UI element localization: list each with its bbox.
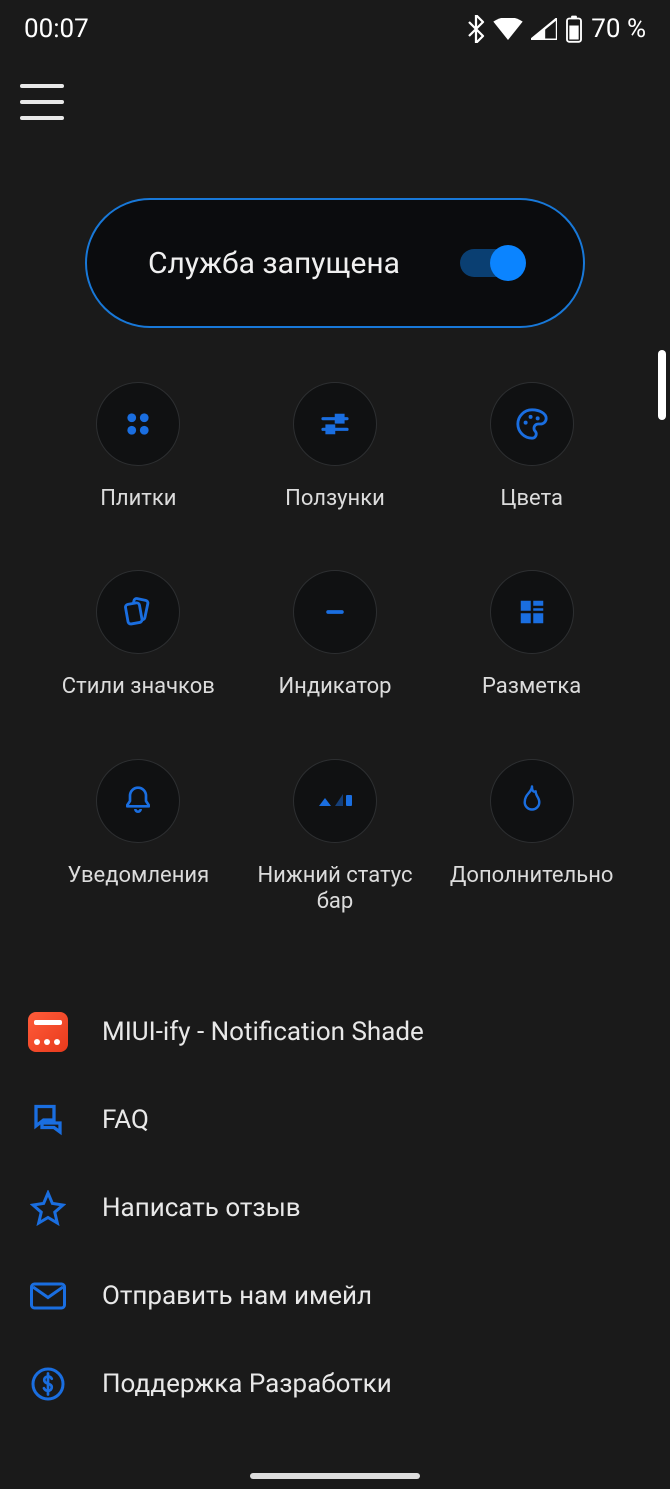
tile-notifications[interactable]: Уведомления [40, 759, 237, 916]
tile-indicator[interactable]: Индикатор [237, 570, 434, 700]
status-time: 00:07 [24, 14, 89, 44]
scroll-indicator[interactable] [658, 350, 666, 420]
wifi-icon [493, 18, 523, 40]
list-label: Поддержка Разработки [102, 1369, 392, 1399]
list-label: Отправить нам имейл [102, 1281, 372, 1311]
tile-label: Цвета [500, 486, 563, 512]
tile-colors[interactable]: Цвета [433, 382, 630, 512]
tile-label: Нижний статус бар [250, 863, 420, 916]
signal-icon [531, 18, 557, 40]
status-bar-icon [315, 790, 355, 812]
dollar-icon [28, 1364, 68, 1404]
tile-circle [293, 759, 377, 843]
tile-label: Уведомления [67, 863, 209, 889]
sliders-icon [319, 408, 351, 440]
mail-icon [28, 1276, 68, 1316]
tile-label: Стили значков [62, 674, 215, 700]
tile-circle [293, 382, 377, 466]
service-switch[interactable] [460, 249, 522, 277]
tile-label: Плитки [100, 486, 176, 512]
tile-bottom-status-bar[interactable]: Нижний статус бар [237, 759, 434, 916]
hamburger-icon [20, 84, 64, 88]
tile-circle [96, 382, 180, 466]
list-label: Написать отзыв [102, 1193, 301, 1223]
list-item-faq[interactable]: FAQ [0, 1076, 670, 1164]
settings-grid: Плитки Ползунки Цвета Стили значков Инди… [40, 382, 630, 916]
tile-circle [490, 759, 574, 843]
chat-icon [28, 1100, 68, 1140]
battery-icon [565, 15, 583, 43]
tile-circle [490, 382, 574, 466]
tile-circle [96, 759, 180, 843]
tile-label: Индикатор [278, 674, 391, 700]
list-item-support[interactable]: Поддержка Разработки [0, 1340, 670, 1428]
status-icons: 70 % [467, 14, 646, 44]
app-icon [28, 1012, 68, 1052]
list-item-email[interactable]: Отправить нам имейл [0, 1252, 670, 1340]
list-item-app[interactable]: MIUI-ify - Notification Shade [0, 988, 670, 1076]
tile-sliders[interactable]: Ползунки [237, 382, 434, 512]
battery-percent: 70 % [591, 14, 646, 44]
tile-circle [293, 570, 377, 654]
grid-dots-icon [123, 409, 153, 439]
switch-knob [490, 245, 526, 281]
layout-icon [517, 597, 547, 627]
nav-handle[interactable] [250, 1473, 420, 1479]
bell-icon [122, 785, 154, 817]
minus-icon [320, 597, 350, 627]
service-toggle-card[interactable]: Служба запущена [85, 198, 585, 328]
tile-icon-styles[interactable]: Стили значков [40, 570, 237, 700]
tile-circle [96, 570, 180, 654]
service-label: Служба запущена [148, 246, 400, 281]
fire-icon [517, 784, 547, 818]
status-bar: 00:07 70 % [0, 0, 670, 54]
menu-button[interactable] [20, 84, 64, 120]
list-label: FAQ [102, 1105, 149, 1135]
tile-more[interactable]: Дополнительно [433, 759, 630, 916]
tile-label: Ползунки [285, 486, 385, 512]
list-label: MIUI-ify - Notification Shade [102, 1017, 424, 1047]
tile-layout[interactable]: Разметка [433, 570, 630, 700]
tile-label: Дополнительно [450, 863, 614, 889]
star-icon [28, 1188, 68, 1228]
tile-circle [490, 570, 574, 654]
tile-label: Разметка [482, 674, 581, 700]
list-item-review[interactable]: Написать отзыв [0, 1164, 670, 1252]
style-icon [121, 595, 155, 629]
links-list: MIUI-ify - Notification Shade FAQ Написа… [0, 988, 670, 1428]
bluetooth-icon [467, 15, 485, 43]
palette-icon [515, 407, 549, 441]
tile-tiles[interactable]: Плитки [40, 382, 237, 512]
